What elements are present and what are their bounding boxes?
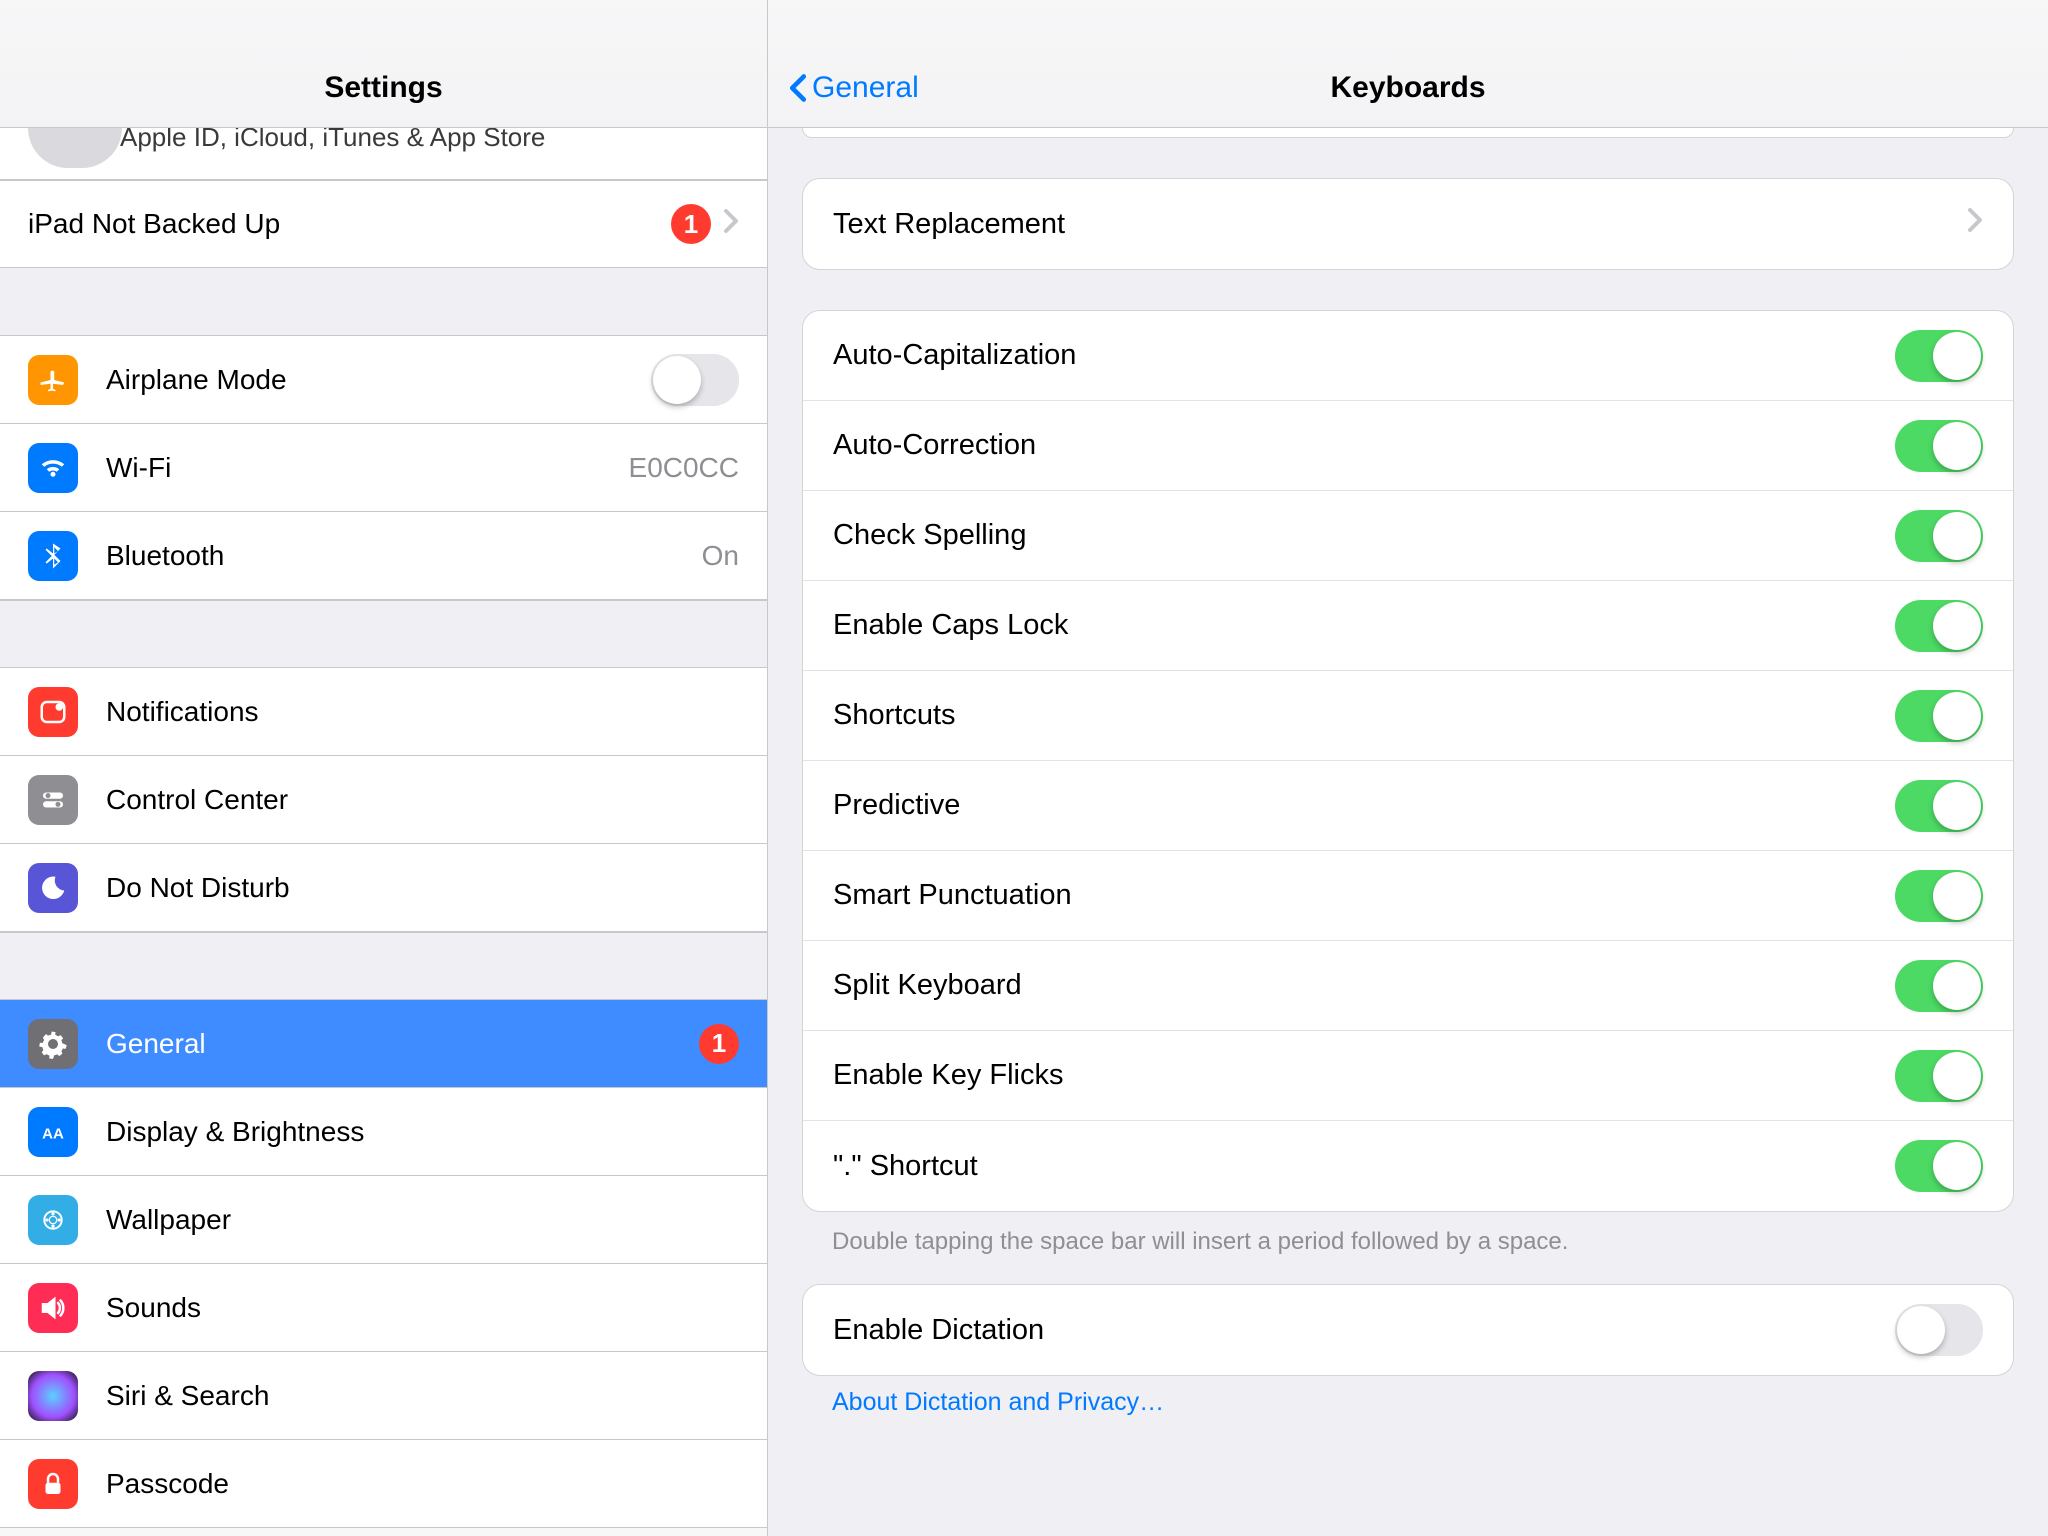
sidebar-title: Settings: [324, 71, 442, 105]
avatar: [28, 128, 122, 168]
text-replacement-label: Text Replacement: [833, 208, 1967, 241]
toggle-label: Predictive: [833, 789, 1895, 822]
backup-badge: 1: [671, 204, 711, 244]
general-label: General: [106, 1028, 687, 1060]
bluetooth-label: Bluetooth: [106, 540, 702, 572]
toggle-switch[interactable]: [1895, 690, 1983, 742]
sidebar-header: Settings: [0, 0, 767, 128]
keyboards-detail: General Keyboards Text Replacement Auto-…: [768, 0, 2048, 1536]
dictation-card: Enable Dictation: [802, 1284, 2014, 1376]
period-shortcut-footer: Double tapping the space bar will insert…: [802, 1212, 2014, 1284]
control-center-icon: [28, 775, 78, 825]
dnd-row[interactable]: Do Not Disturb: [0, 844, 767, 932]
general-row[interactable]: General 1: [0, 1000, 767, 1088]
sounds-row[interactable]: Sounds: [0, 1264, 767, 1352]
airplane-toggle[interactable]: [651, 354, 739, 406]
wifi-label: Wi-Fi: [106, 452, 629, 484]
text-replacement-row[interactable]: Text Replacement: [803, 179, 2013, 269]
passcode-row[interactable]: Passcode: [0, 1440, 767, 1528]
toggle-label: "." Shortcut: [833, 1150, 1895, 1183]
bluetooth-row[interactable]: Bluetooth On: [0, 512, 767, 600]
airplane-row[interactable]: Airplane Mode: [0, 336, 767, 424]
sounds-icon: [28, 1283, 78, 1333]
toggle-row[interactable]: "." Shortcut: [803, 1121, 2013, 1211]
passcode-label: Passcode: [106, 1468, 739, 1500]
back-button[interactable]: General: [788, 71, 919, 105]
wallpaper-icon: [28, 1195, 78, 1245]
control-center-row[interactable]: Control Center: [0, 756, 767, 844]
notifications-row[interactable]: Notifications: [0, 668, 767, 756]
toggle-row[interactable]: Auto-Capitalization: [803, 311, 2013, 401]
toggle-switch[interactable]: [1895, 510, 1983, 562]
settings-sidebar: Settings Apple ID, iCloud, iTunes & App …: [0, 0, 768, 1536]
control-center-label: Control Center: [106, 784, 739, 816]
notifications-icon: [28, 687, 78, 737]
bluetooth-icon: [28, 531, 78, 581]
wallpaper-label: Wallpaper: [106, 1204, 739, 1236]
wifi-value: E0C0CC: [629, 452, 739, 484]
gear-icon: [28, 1019, 78, 1069]
keyboard-toggles-card: Auto-Capitalization Auto-Correction Check …: [802, 310, 2014, 1212]
dictation-row[interactable]: Enable Dictation: [803, 1285, 2013, 1375]
siri-icon: [28, 1371, 78, 1421]
keyboards-count-card-peek[interactable]: [802, 128, 2014, 138]
toggle-switch[interactable]: [1895, 600, 1983, 652]
toggle-row[interactable]: Shortcuts: [803, 671, 2013, 761]
account-subtitle: Apple ID, iCloud, iTunes & App Store: [120, 128, 545, 150]
general-badge: 1: [699, 1024, 739, 1064]
backup-row[interactable]: iPad Not Backed Up 1: [0, 180, 767, 268]
toggle-row[interactable]: Enable Caps Lock: [803, 581, 2013, 671]
wifi-row[interactable]: Wi-Fi E0C0CC: [0, 424, 767, 512]
text-replacement-card: Text Replacement: [802, 178, 2014, 270]
bluetooth-value: On: [702, 540, 739, 572]
dictation-label: Enable Dictation: [833, 1314, 1895, 1347]
detail-header: General Keyboards: [768, 0, 2048, 128]
chevron-right-icon: [723, 208, 739, 241]
detail-title: Keyboards: [1330, 71, 1485, 105]
sounds-label: Sounds: [106, 1292, 739, 1324]
airplane-label: Airplane Mode: [106, 364, 651, 396]
toggle-switch[interactable]: [1895, 870, 1983, 922]
display-icon: AA: [28, 1107, 78, 1157]
toggle-switch[interactable]: [1895, 330, 1983, 382]
siri-row[interactable]: Siri & Search: [0, 1352, 767, 1440]
toggle-label: Split Keyboard: [833, 969, 1895, 1002]
chevron-right-icon: [1967, 207, 1983, 241]
toggle-switch[interactable]: [1895, 1050, 1983, 1102]
toggle-label: Check Spelling: [833, 519, 1895, 552]
wallpaper-row[interactable]: Wallpaper: [0, 1176, 767, 1264]
toggle-label: Smart Punctuation: [833, 879, 1895, 912]
moon-icon: [28, 863, 78, 913]
toggle-row[interactable]: Enable Key Flicks: [803, 1031, 2013, 1121]
notifications-label: Notifications: [106, 696, 739, 728]
toggle-label: Auto-Correction: [833, 429, 1895, 462]
toggle-switch[interactable]: [1895, 780, 1983, 832]
toggle-row[interactable]: Check Spelling: [803, 491, 2013, 581]
toggle-label: Auto-Capitalization: [833, 339, 1895, 372]
toggle-row[interactable]: Smart Punctuation: [803, 851, 2013, 941]
dnd-label: Do Not Disturb: [106, 872, 739, 904]
about-dictation-link[interactable]: About Dictation and Privacy…: [802, 1376, 2014, 1429]
display-row[interactable]: AA Display & Brightness: [0, 1088, 767, 1176]
toggle-label: Enable Key Flicks: [833, 1059, 1895, 1092]
toggle-switch[interactable]: [1895, 1140, 1983, 1192]
wifi-icon: [28, 443, 78, 493]
lock-icon: [28, 1459, 78, 1509]
toggle-row[interactable]: Split Keyboard: [803, 941, 2013, 1031]
toggle-label: Shortcuts: [833, 699, 1895, 732]
toggle-row[interactable]: Predictive: [803, 761, 2013, 851]
toggle-switch[interactable]: [1895, 960, 1983, 1012]
svg-text:AA: AA: [42, 1125, 64, 1142]
back-label: General: [812, 71, 919, 105]
display-label: Display & Brightness: [106, 1116, 739, 1148]
dictation-toggle[interactable]: [1895, 1304, 1983, 1356]
toggle-switch[interactable]: [1895, 420, 1983, 472]
siri-label: Siri & Search: [106, 1380, 739, 1412]
toggle-label: Enable Caps Lock: [833, 609, 1895, 642]
airplane-icon: [28, 355, 78, 405]
toggle-row[interactable]: Auto-Correction: [803, 401, 2013, 491]
backup-label: iPad Not Backed Up: [28, 208, 659, 240]
account-row-cut[interactable]: Apple ID, iCloud, iTunes & App Store: [0, 128, 767, 180]
